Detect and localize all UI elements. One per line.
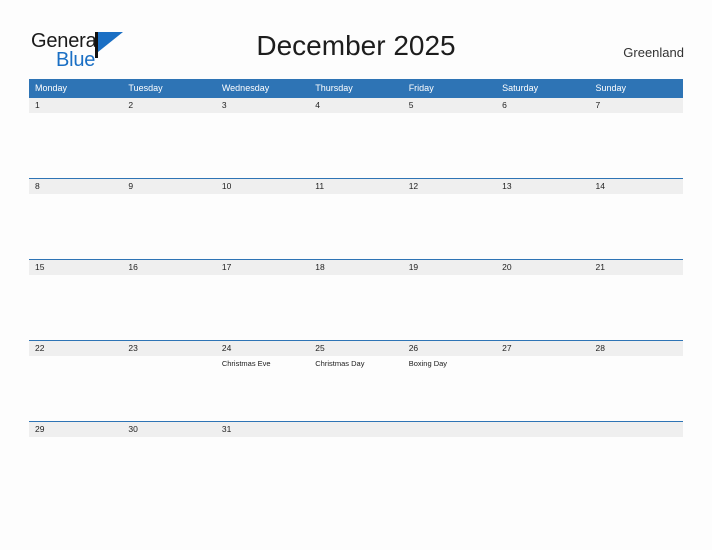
weekday-header-friday: Friday xyxy=(408,83,434,93)
day-number: 18 xyxy=(315,262,325,272)
calendar-day-cell[interactable]: 31 xyxy=(216,422,309,451)
calendar-day-cell[interactable]: 18 xyxy=(309,260,402,340)
calendar-day-cell[interactable]: 24 Christmas Eve xyxy=(216,341,309,421)
day-number: 23 xyxy=(128,343,138,353)
day-number: 4 xyxy=(315,100,320,110)
day-number: 7 xyxy=(595,100,601,110)
calendar-day-cell[interactable]: 19 xyxy=(403,260,496,340)
weekday-header-wednesday: Wednesday xyxy=(221,83,270,93)
day-number: 27 xyxy=(502,343,512,353)
calendar-day-cell[interactable]: 28 xyxy=(590,341,683,421)
calendar-day-cell[interactable]: 13 xyxy=(496,179,589,259)
day-number: 9 xyxy=(128,181,134,191)
day-number: 25 xyxy=(315,343,325,353)
calendar-day-cell-empty xyxy=(590,422,683,451)
calendar-day-cell[interactable]: 25 Christmas Day xyxy=(309,341,402,421)
weekday-header-saturday: Saturday xyxy=(502,83,539,93)
day-number: 24 xyxy=(221,343,232,353)
weekday-header-monday: Monday xyxy=(35,83,68,93)
day-number: 15 xyxy=(35,262,45,272)
holiday-event-label: Christmas Day xyxy=(315,359,365,368)
day-number: 14 xyxy=(595,181,605,191)
day-number: 2 xyxy=(128,100,134,110)
calendar-week-row: 22 23 24 Christmas Eve 25 Christmas Day 26 Boxi… xyxy=(29,340,683,421)
calendar-day-cell[interactable]: 12 xyxy=(403,179,496,259)
day-number: 22 xyxy=(35,343,45,353)
day-number: 13 xyxy=(502,181,512,191)
day-number: 3 xyxy=(221,100,227,110)
calendar-day-cell[interactable]: 22 xyxy=(29,341,122,421)
calendar-day-cell[interactable]: 2 xyxy=(122,98,215,178)
calendar-day-cell[interactable]: 15 xyxy=(29,260,122,340)
calendar-weeks: 1 2 3 4 5 6 7 8 9 10 11 12 13 14 15 16 17 18 19 20 21 22 23 24 C… xyxy=(29,97,683,451)
day-number: 19 xyxy=(408,262,419,272)
day-number: 30 xyxy=(128,424,138,434)
calendar-week-row: 8 9 10 11 12 13 14 xyxy=(29,178,683,259)
calendar-day-cell[interactable]: 7 xyxy=(590,98,683,178)
calendar-day-cell[interactable]: 1 xyxy=(29,98,122,178)
day-number: 5 xyxy=(408,100,414,110)
calendar-day-cell[interactable]: 11 xyxy=(309,179,402,259)
day-number: 1 xyxy=(35,100,40,110)
calendar-week-row: 29 30 31 xyxy=(29,421,683,451)
calendar-week-row: 15 16 17 18 19 20 21 xyxy=(29,259,683,340)
calendar-day-cell-empty xyxy=(496,422,589,451)
week-day-cells: 8 9 10 11 12 13 14 xyxy=(29,179,683,259)
calendar-day-cell-empty xyxy=(309,422,402,451)
calendar-day-cell[interactable]: 5 xyxy=(403,98,496,178)
week-day-cells: 29 30 31 xyxy=(29,422,683,451)
calendar-day-cell[interactable]: 26 Boxing Day xyxy=(403,341,496,421)
calendar-day-cell[interactable]: 17 xyxy=(216,260,309,340)
day-number: 21 xyxy=(595,262,605,272)
day-number: 31 xyxy=(221,424,232,434)
weekday-header-tuesday: Tuesday xyxy=(128,83,163,93)
calendar-day-cell-empty xyxy=(403,422,496,451)
calendar-day-cell[interactable]: 3 xyxy=(216,98,309,178)
calendar-day-cell[interactable]: 23 xyxy=(122,341,215,421)
day-number: 17 xyxy=(221,262,232,272)
calendar-day-cell[interactable]: 30 xyxy=(122,422,215,451)
day-events: Boxing Day xyxy=(409,356,496,369)
day-number: 10 xyxy=(221,181,232,191)
weekday-header-thursday: Thursday xyxy=(315,83,353,93)
calendar-day-cell[interactable]: 20 xyxy=(496,260,589,340)
day-number: 8 xyxy=(35,181,40,191)
day-number: 12 xyxy=(408,181,419,191)
week-day-cells: 22 23 24 Christmas Eve 25 Christmas Day 26 Boxi… xyxy=(29,341,683,421)
calendar-day-cell[interactable]: 10 xyxy=(216,179,309,259)
week-day-cells: 15 16 17 18 19 20 21 xyxy=(29,260,683,340)
calendar-day-cell[interactable]: 21 xyxy=(590,260,683,340)
calendar-day-cell[interactable]: 16 xyxy=(122,260,215,340)
holiday-event-label: Christmas Eve xyxy=(221,359,271,368)
calendar-day-cell[interactable]: 14 xyxy=(590,179,683,259)
holiday-event-label: Boxing Day xyxy=(408,359,448,368)
day-number: 16 xyxy=(128,262,138,272)
day-events: Christmas Eve xyxy=(222,356,309,369)
weekday-header-row: Monday Tuesday Wednesday Thursday Friday… xyxy=(29,79,683,97)
page-header: General Blue December 2025 Greenland xyxy=(0,0,712,78)
day-number: 11 xyxy=(315,181,325,191)
calendar-day-cell[interactable]: 9 xyxy=(122,179,215,259)
calendar-day-cell[interactable]: 27 xyxy=(496,341,589,421)
calendar-day-cell[interactable]: 6 xyxy=(496,98,589,178)
calendar-day-cell[interactable]: 29 xyxy=(29,422,122,451)
calendar-day-cell[interactable]: 8 xyxy=(29,179,122,259)
day-number: 28 xyxy=(595,343,605,353)
region-label: Greenland xyxy=(623,45,684,60)
calendar-grid: Monday Tuesday Wednesday Thursday Friday… xyxy=(29,79,683,451)
day-number: 20 xyxy=(502,262,512,272)
day-events: Christmas Day xyxy=(315,356,402,369)
weekday-header-sunday: Sunday xyxy=(595,83,627,93)
calendar-day-cell[interactable]: 4 xyxy=(309,98,402,178)
page-title: December 2025 xyxy=(256,30,456,61)
calendar-week-row: 1 2 3 4 5 6 7 xyxy=(29,97,683,178)
day-number: 26 xyxy=(408,343,419,353)
day-number: 6 xyxy=(502,100,507,110)
week-day-cells: 1 2 3 4 5 6 7 xyxy=(29,98,683,178)
day-number: 29 xyxy=(35,424,45,434)
